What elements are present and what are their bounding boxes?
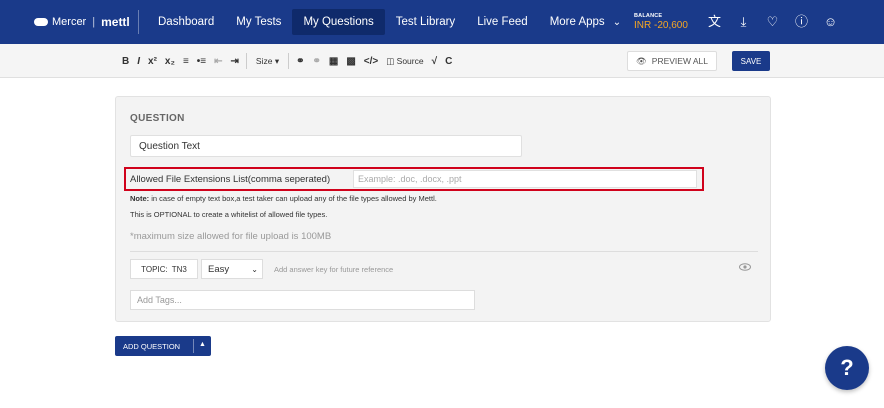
source-label: Source <box>396 56 424 66</box>
mercer-logo-icon <box>34 18 48 26</box>
top-navbar: Mercer | mettl Dashboard My Tests My Que… <box>0 0 884 44</box>
source-button[interactable]: ◫ Source <box>382 56 427 67</box>
subscript-button[interactable]: x₂ <box>161 51 179 71</box>
nav-my-questions-label: My Questions <box>303 16 374 28</box>
topic-selector[interactable]: TOPIC: TN3 <box>130 259 198 279</box>
topic-value: TN3 <box>171 264 187 274</box>
max-size-note: *maximum size allowed for file upload is… <box>130 231 332 242</box>
topic-label: TOPIC: <box>141 264 168 274</box>
balance-display: BALANCE INR -20,600 <box>634 13 688 31</box>
question-section-label: QUESTION <box>130 113 185 124</box>
superscript-button[interactable]: x² <box>144 51 161 71</box>
balance-amount: INR -20,600 <box>634 20 688 31</box>
button-separator <box>193 339 194 353</box>
note-text-1: in case of empty text box,a test taker c… <box>149 194 437 203</box>
chemistry-icon[interactable]: C <box>441 51 456 71</box>
source-doc-icon: ◫ <box>386 55 395 66</box>
top-icon-group: 文 ⤓ ♡ ⓘ ☺ <box>706 13 839 30</box>
add-question-label: ADD QUESTION <box>123 341 181 351</box>
toolbar-separator <box>288 53 290 69</box>
answer-key-hint[interactable]: Add answer key for future reference <box>274 265 393 274</box>
nav-test-library-label: Test Library <box>395 16 456 28</box>
chevron-down-icon: ⌄ <box>612 16 622 28</box>
download-icon[interactable]: ⤓ <box>735 13 752 30</box>
unlink-icon[interactable]: ⚭ <box>308 51 324 71</box>
numbered-list-icon[interactable]: ≡ <box>179 51 193 71</box>
nav-more-apps-label: More Apps <box>549 16 605 28</box>
toolbar-separator <box>245 53 247 69</box>
nav-more-apps[interactable]: More Apps ⌄ <box>539 9 632 35</box>
note-line-2: This is OPTIONAL to create a whitelist o… <box>130 210 328 219</box>
indent-icon[interactable]: ⇥ <box>227 51 243 71</box>
file-extensions-input[interactable]: Example: .doc, .docx, .ppt <box>353 170 697 188</box>
save-button[interactable]: SAVE <box>732 51 770 71</box>
brand-company: Mercer <box>52 16 87 28</box>
translate-icon[interactable]: 文 <box>706 13 723 30</box>
add-question-button[interactable]: ADD QUESTION ▲ <box>115 336 211 356</box>
table-icon[interactable]: ▦ <box>325 51 342 71</box>
bullet-list-icon[interactable]: •≡ <box>193 51 210 71</box>
nav-my-questions[interactable]: My Questions <box>292 9 385 35</box>
bell-icon[interactable]: ♡ <box>764 13 781 30</box>
question-text-input[interactable]: Question Text <box>130 135 522 157</box>
nav-links: Dashboard My Tests My Questions Test Lib… <box>147 0 632 44</box>
media-icon[interactable]: ▩ <box>342 51 359 71</box>
italic-button[interactable]: I <box>133 51 144 71</box>
help-circle-icon[interactable]: ⓘ <box>793 13 810 30</box>
difficulty-value: Easy <box>208 263 230 275</box>
question-card: QUESTION Question Text Allowed File Exte… <box>115 96 771 322</box>
font-size-dropdown[interactable]: Size ▾ <box>250 52 285 70</box>
card-divider <box>130 251 758 252</box>
caret-up-icon[interactable]: ▲ <box>199 341 206 348</box>
bold-button[interactable]: B <box>118 51 133 71</box>
nav-test-library[interactable]: Test Library <box>385 9 466 35</box>
nav-my-tests-label: My Tests <box>236 16 282 28</box>
nav-my-tests[interactable]: My Tests <box>225 9 292 35</box>
link-icon[interactable]: ⚭ <box>292 51 308 71</box>
nav-live-feed[interactable]: Live Feed <box>466 9 539 35</box>
chevron-down-icon: ⌄ <box>251 264 258 274</box>
note-line-1: Note: in case of empty text box,a test t… <box>130 194 437 203</box>
eye-icon[interactable] <box>739 263 751 271</box>
tags-input[interactable]: Add Tags... <box>130 290 475 310</box>
brand-separator: | <box>92 16 96 28</box>
difficulty-select[interactable]: Easy ⌄ <box>201 259 263 279</box>
preview-all-label: PREVIEW ALL <box>651 56 708 66</box>
file-extensions-row: Allowed File Extensions List(comma seper… <box>124 167 704 191</box>
brand-product: mettl <box>101 15 130 29</box>
help-button[interactable]: ? <box>825 346 869 390</box>
code-icon[interactable]: </> <box>360 51 382 71</box>
toolbar-buttons: B I x² x₂ ≡ •≡ ⇤ ⇥ Size ▾ ⚭ ⚭ ▦ ▩ </> ◫ … <box>118 51 456 71</box>
nav-divider <box>138 10 139 34</box>
formula-icon[interactable]: √ <box>428 51 442 71</box>
nav-live-feed-label: Live Feed <box>477 16 528 28</box>
eye-icon: 👁 <box>635 55 647 66</box>
file-extensions-label: Allowed File Extensions List(comma seper… <box>130 173 331 185</box>
outdent-icon[interactable]: ⇤ <box>210 51 226 71</box>
nav-dashboard-label: Dashboard <box>158 16 215 28</box>
note-prefix: Note: <box>130 194 150 203</box>
preview-all-button[interactable]: 👁 PREVIEW ALL <box>627 51 717 71</box>
user-icon[interactable]: ☺ <box>822 13 839 30</box>
balance-label: BALANCE <box>634 13 663 19</box>
nav-dashboard[interactable]: Dashboard <box>147 9 225 35</box>
font-size-label: Size <box>255 56 273 66</box>
brand-logo[interactable]: Mercer | mettl <box>34 15 138 29</box>
